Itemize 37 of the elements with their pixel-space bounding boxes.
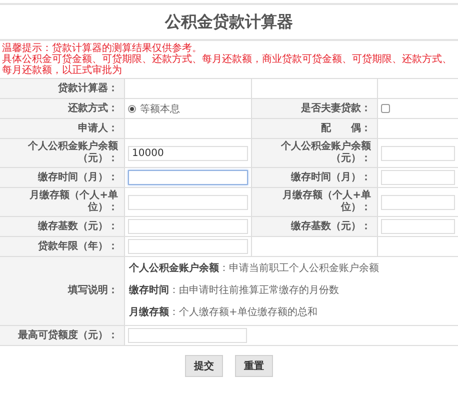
note-text: 月缴存额：个人缴存额+单位缴存额的总和 [129, 307, 318, 319]
text-field[interactable] [128, 194, 248, 210]
field-label: 还款方式： [0, 99, 125, 119]
text-field[interactable] [381, 194, 455, 210]
checkbox[interactable] [381, 104, 390, 113]
radio-button[interactable] [128, 104, 136, 112]
form-button[interactable]: 提交 [185, 355, 223, 377]
field-label: 缴存时间（月）： [252, 168, 378, 188]
text-field[interactable] [381, 146, 455, 160]
text-field[interactable] [128, 239, 248, 254]
text-field[interactable] [128, 328, 247, 343]
text-field[interactable] [128, 170, 248, 185]
text-field[interactable] [381, 170, 455, 185]
field-label: 申请人： [0, 119, 125, 139]
note-text: 个人公积金账户余额：申请当前职工个人公积金账户余额 [129, 263, 379, 275]
note-text: 缴存时间：由申请时往前推算正常缴存的月份数 [129, 285, 339, 297]
field-label: 配 偶： [252, 119, 378, 139]
notice-text: 温馨提示：贷款计算器的测算结果仅供参考。 [2, 43, 203, 54]
field-label: 缴存基数（元）： [252, 217, 378, 237]
field-label: 个人公积金账户余额（元）： [0, 139, 125, 168]
field-label: 月缴存额（个人+单位）： [252, 188, 378, 217]
field-label: 缴存时间（月）： [0, 168, 125, 188]
field-label: 是否夫妻贷款： [252, 99, 378, 119]
text-field[interactable] [128, 219, 248, 234]
field-label: 缴存基数（元）： [0, 217, 125, 237]
field-label: 贷款年限（年）： [0, 237, 125, 257]
field-label: 月缴存额（个人+单位）： [0, 188, 125, 217]
text-field[interactable]: 10000 [128, 146, 248, 160]
field-label: 贷款计算器： [0, 79, 125, 99]
field-label: 个人公积金账户余额（元）： [252, 139, 378, 168]
field-label: 填写说明： [0, 257, 125, 326]
text-field[interactable] [381, 219, 455, 234]
page-title: 公积金贷款计算器 [165, 12, 293, 32]
radio-label[interactable]: 等额本息 [140, 102, 180, 116]
field-label: 最高可贷额度（元）： [0, 326, 125, 346]
notice-text: 具体公积金可贷金额、可贷期限、还款方式、每月还款额，商业贷款可贷金额、可贷期限、还款方式、每月还款额，以正式审批为 [2, 54, 453, 76]
form-button[interactable]: 重置 [235, 355, 273, 377]
